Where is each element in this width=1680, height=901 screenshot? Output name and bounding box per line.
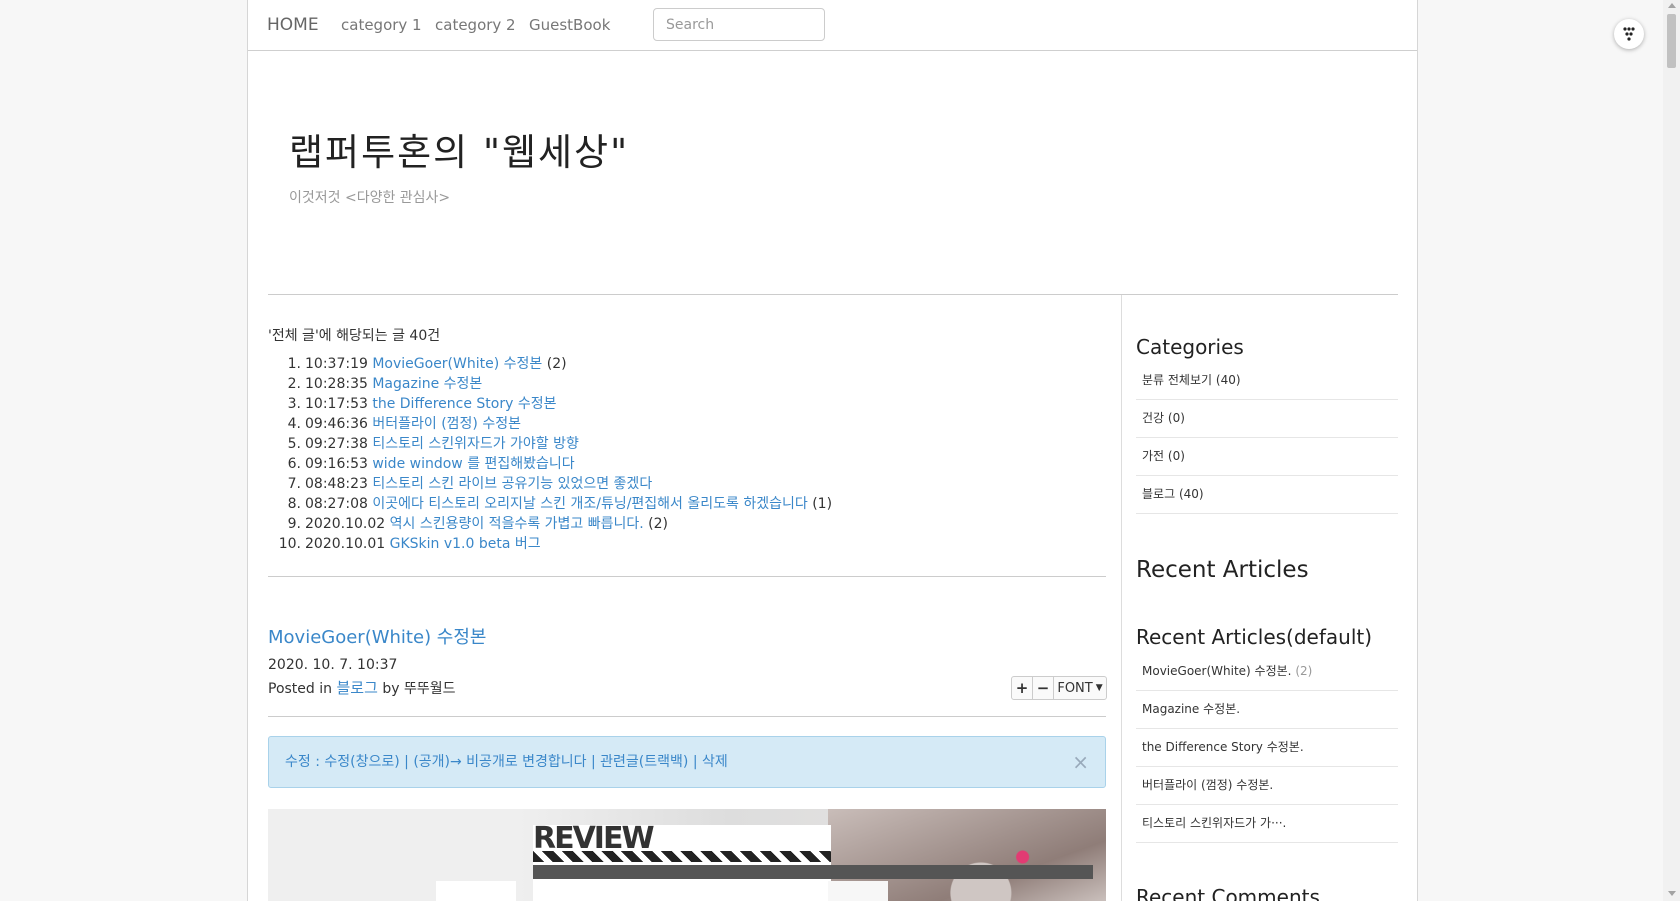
post-list-link[interactable]: Magazine 수정본 [372, 376, 482, 392]
list-item: 3. 10:17:53 the Difference Story 수정본 [287, 396, 557, 412]
sidebar-divider [1121, 295, 1122, 901]
post-list-link[interactable]: GKSkin v1.0 beta 버그 [390, 536, 541, 552]
blog-title[interactable]: 랩퍼투혼의 "웹세상" [289, 122, 629, 176]
scrollbar-thumb[interactable] [1667, 14, 1676, 68]
recent-articles-title: Recent Articles [1136, 557, 1309, 583]
screenshot-side-box [828, 881, 888, 901]
post-list-link[interactable]: wide window 를 편집해봤습니다 [372, 456, 574, 472]
blog-description: 이것저것 <다양한 관심사> [289, 190, 451, 206]
list-item: 2. 10:28:35 Magazine 수정본 [287, 376, 483, 392]
category-item[interactable]: 건강 (0) [1136, 400, 1398, 438]
search-input[interactable] [653, 8, 825, 41]
post-list-link[interactable]: 역시 스킨용량이 적을수록 가볍고 빠릅니다. [390, 516, 644, 532]
recent-articles-list: MovieGoer(White) 수정본. (2) Magazine 수정본. … [1136, 653, 1398, 843]
list-item: 10. 2020.10.01 GKSkin v1.0 beta 버그 [278, 536, 541, 552]
list-item: 5. 09:27:38 티스토리 스킨위자드가 가야할 방향 [287, 436, 579, 452]
recent-article-item[interactable]: Magazine 수정본. [1136, 691, 1398, 729]
post-author: 뚜뚜월드 [403, 681, 456, 697]
page-container: HOME category 1 category 2 GuestBook 랩퍼투… [247, 0, 1418, 901]
recent-article-item[interactable]: 티스토리 스킨위자드가 가···. [1136, 805, 1398, 843]
post-list-link[interactable]: MovieGoer(White) 수정본 [372, 356, 542, 372]
scroll-down-icon[interactable] [1668, 891, 1676, 896]
post-meta: Posted in 블로그 by 뚜뚜월드 [268, 679, 456, 697]
scroll-up-icon[interactable] [1668, 3, 1676, 8]
category-item[interactable]: 가전 (0) [1136, 438, 1398, 476]
post-list-link[interactable]: 티스토리 스킨 라이브 공유기능 있었으면 좋겠다 [372, 476, 652, 492]
admin-bar: 수정 : 수정(창으로) | (공개)→ 비공개로 변경합니다 | 관련글(트랙… [268, 736, 1106, 788]
post-header-divider [268, 716, 1106, 717]
recent-article-item[interactable]: MovieGoer(White) 수정본. (2) [1136, 653, 1398, 691]
list-divider [268, 576, 1106, 577]
list-item: 7. 08:48:23 티스토리 스킨 라이브 공유기능 있었으면 좋겠다 [287, 476, 653, 492]
close-icon[interactable]: × [1072, 737, 1089, 787]
font-dropdown-button[interactable]: FONT ▼ [1054, 677, 1106, 699]
post-list-link[interactable]: 티스토리 스킨위자드가 가야할 방향 [372, 436, 579, 452]
post-list: 1. 10:37:19 MovieGoer(White) 수정본 (2) 2. 10… [268, 354, 832, 554]
post-title[interactable]: MovieGoer(White) 수정본 [268, 623, 487, 649]
categories-title: Categories [1136, 335, 1244, 359]
font-decrease-button[interactable]: − [1033, 677, 1054, 699]
list-item: 1. 10:37:19 MovieGoer(White) 수정본 (2) [287, 356, 567, 372]
category-item[interactable]: 분류 전체보기 (40) [1136, 362, 1398, 400]
post-screenshot-image: REVIEW [268, 809, 1106, 901]
header-divider [268, 294, 1398, 295]
categories-list: 분류 전체보기 (40) 건강 (0) 가전 (0) 블로그 (40) [1136, 362, 1398, 514]
top-nav: HOME category 1 category 2 GuestBook [248, 0, 1417, 51]
list-item: 8. 08:27:08 이곳에다 티스토리 오리지날 스킨 개조/튜닝/편집해서 … [287, 496, 833, 512]
recent-article-item[interactable]: 버터플라이 (껌정) 수정본. [1136, 767, 1398, 805]
menu-dots-icon[interactable] [1614, 19, 1644, 49]
list-item: 6. 09:16:53 wide window 를 편집해봤습니다 [287, 456, 575, 472]
recent-article-item[interactable]: the Difference Story 수정본. [1136, 729, 1398, 767]
post-list-link[interactable]: the Difference Story 수정본 [372, 396, 556, 412]
nav-home-link[interactable]: HOME [267, 15, 319, 35]
recent-comments-title: Recent Comments [1136, 885, 1320, 901]
screenshot-menu-bar [533, 865, 1093, 879]
nav-category-1-link[interactable]: category 1 [341, 16, 422, 34]
page-scrollbar[interactable] [1663, 0, 1680, 901]
nav-category-2-link[interactable]: category 2 [435, 16, 516, 34]
font-increase-button[interactable]: + [1012, 677, 1033, 699]
category-item[interactable]: 블로그 (40) [1136, 476, 1398, 514]
post-date: 2020. 10. 7. 10:37 [268, 657, 398, 673]
screenshot-sidebar-box [436, 881, 516, 901]
post-category-link[interactable]: 블로그 [336, 679, 377, 697]
font-size-tools: + − FONT ▼ [1011, 676, 1107, 700]
recent-articles-default-title: Recent Articles(default) [1136, 625, 1373, 649]
post-list-link[interactable]: 버터플라이 (껌정) 수정본 [372, 416, 521, 432]
post-list-link[interactable]: 이곳에다 티스토리 오리지날 스킨 개조/튜닝/편집해서 올리도록 하겠습니다 [372, 496, 807, 512]
nav-guestbook-link[interactable]: GuestBook [529, 16, 610, 34]
post-list-header: '전체 글'에 해당되는 글 40건 [268, 328, 441, 344]
list-item: 9. 2020.10.02 역시 스킨용량이 적을수록 가볍고 빠릅니다. (2) [287, 516, 669, 532]
film-strip [533, 851, 831, 862]
list-item: 4. 09:46:36 버터플라이 (껌정) 수정본 [287, 416, 521, 432]
admin-links[interactable]: 수정 : 수정(창으로) | (공개)→ 비공개로 변경합니다 | 관련글(트랙… [285, 754, 728, 770]
